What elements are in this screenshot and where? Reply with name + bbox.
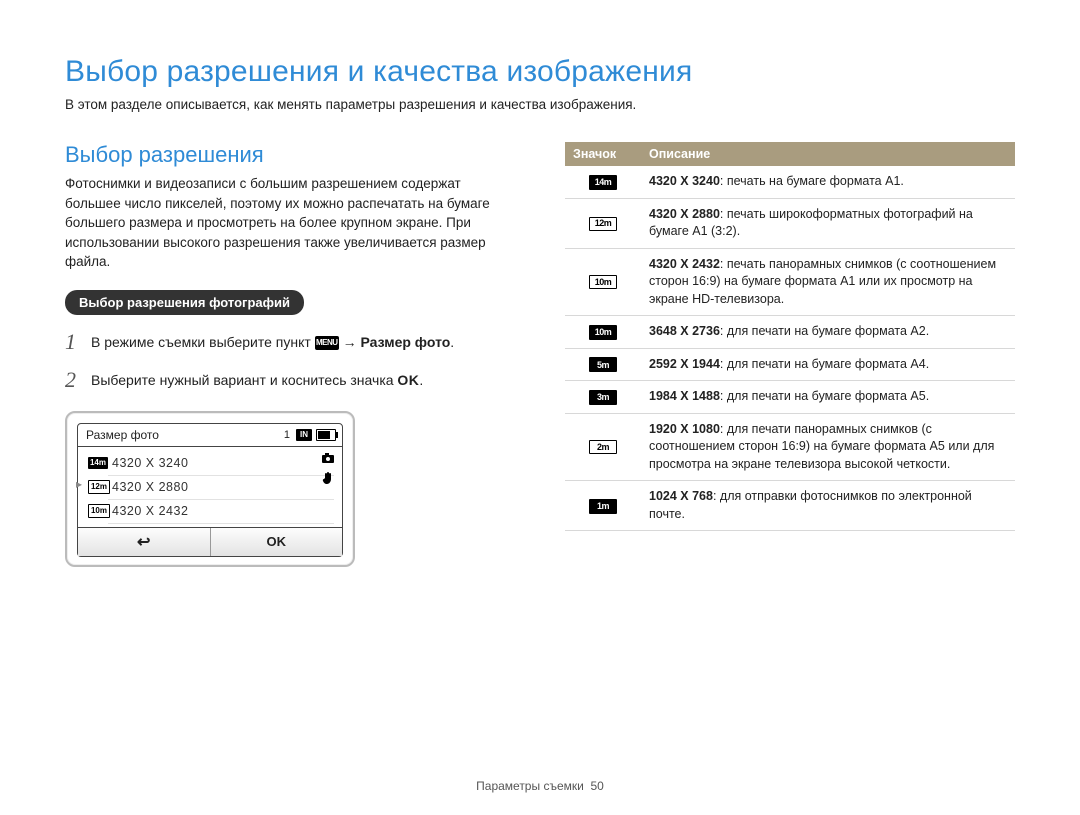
table-cell-desc: 4320 X 2432: печать панорамных снимков (… — [641, 248, 1015, 316]
back-button[interactable]: ↩ — [78, 528, 211, 556]
device-body: 14m 4320 X 3240 12m 4320 X 2880 10m 4320… — [78, 447, 342, 527]
resolution-icon: 12m — [589, 217, 617, 231]
device-title: Размер фото — [86, 428, 284, 442]
table-cell-desc: 1920 X 1080: для печати панорамных снимк… — [641, 413, 1015, 481]
step-prefix: Выберите нужный вариант и коснитесь знач… — [91, 372, 397, 388]
table-cell-icon: 14m — [565, 166, 641, 198]
table-row: 10m 4320 X 2432: печать панорамных снимко… — [565, 248, 1015, 316]
device-row[interactable]: 14m 4320 X 3240 — [78, 451, 342, 475]
page: Выбор разрешения и качества изображения … — [0, 0, 1080, 815]
resolution-table-body: 14m 4320 X 3240: печать на бумаге формата… — [565, 166, 1015, 531]
step-2: 2 Выберите нужный вариант и коснитесь зн… — [65, 367, 505, 393]
resolution-value: 3648 X 2736 — [649, 324, 720, 338]
table-header-icon: Значок — [565, 142, 641, 166]
step-text: В режиме съемки выберите пункт MENU → Ра… — [91, 334, 505, 350]
step-1: 1 В режиме съемки выберите пункт MENU → … — [65, 329, 505, 355]
resolution-icon: 10m — [589, 275, 617, 289]
device-inner: Размер фото 1 IN 14m 4320 X 3240 — [77, 423, 343, 557]
resolution-value: 2592 X 1944 — [649, 357, 720, 371]
resolution-tag-icon: 10m — [88, 504, 110, 518]
table-cell-icon: 12m — [565, 198, 641, 248]
page-footer: Параметры съемки 50 — [0, 779, 1080, 793]
step-dot: . — [419, 372, 423, 388]
camera-icon — [320, 451, 336, 465]
step-number: 2 — [65, 367, 91, 393]
table-cell-desc: 4320 X 3240: печать на бумаге формата A1… — [641, 166, 1015, 198]
ok-button[interactable]: OK — [211, 528, 343, 556]
step-prefix: В режиме съемки выберите пункт — [91, 334, 315, 350]
resolution-icon: 5m — [589, 357, 617, 372]
table-cell-icon: 1m — [565, 481, 641, 531]
table-cell-desc: 1984 X 1488: для печати на бумаге формат… — [641, 381, 1015, 414]
resolution-tag-icon: 14m — [88, 457, 108, 469]
resolution-value: 4320 X 2880 — [649, 207, 720, 221]
device-header-count: 1 — [284, 429, 290, 441]
left-column: Выбор разрешения Фотоснимки и видеозапис… — [65, 142, 505, 567]
step-arrow: → — [343, 334, 357, 350]
step-number: 1 — [65, 329, 91, 355]
resolution-icon: 2m — [589, 440, 617, 454]
resolution-value: 1024 X 768 — [649, 489, 713, 503]
columns: Выбор разрешения Фотоснимки и видеозапис… — [65, 142, 1015, 567]
storage-icon: IN — [296, 429, 312, 441]
table-cell-icon: 2m — [565, 413, 641, 481]
table-cell-desc: 1024 X 768: для отправки фотоснимков по … — [641, 481, 1015, 531]
device-header: Размер фото 1 IN — [78, 424, 342, 447]
resolution-icon: 14m — [589, 175, 617, 190]
resolution-value: 1984 X 1488 — [649, 389, 720, 403]
page-subtitle: В этом разделе описывается, как менять п… — [65, 97, 1015, 112]
table-cell-icon: 10m — [565, 248, 641, 316]
table-header-desc: Описание — [641, 142, 1015, 166]
resolution-value: 4320 X 3240 — [112, 456, 188, 470]
table-row: 12m 4320 X 2880: печать широкоформатных ф… — [565, 198, 1015, 248]
table-row: 1m 1024 X 768: для отправки фотоснимков п… — [565, 481, 1015, 531]
hand-icon — [320, 471, 336, 485]
table-cell-desc: 4320 X 2880: печать широкоформатных фото… — [641, 198, 1015, 248]
table-row: 14m 4320 X 3240: печать на бумаге формата… — [565, 166, 1015, 198]
menu-icon: MENU — [315, 336, 339, 350]
table-row: 2m 1920 X 1080: для печати панорамных сни… — [565, 413, 1015, 481]
table-cell-icon: 5m — [565, 348, 641, 381]
footer-page-number: 50 — [591, 779, 604, 793]
resolution-value: 4320 X 2432 — [112, 504, 188, 518]
resolution-tag-icon: 12m — [88, 480, 110, 494]
table-row: 10m 3648 X 2736: для печати на бумаге фор… — [565, 316, 1015, 349]
resolution-value: 1920 X 1080 — [649, 422, 720, 436]
battery-icon — [316, 429, 336, 441]
device-side-icons — [320, 451, 336, 485]
resolution-icon: 1m — [589, 499, 617, 514]
step-dot: . — [450, 334, 454, 350]
device-mock: Размер фото 1 IN 14m 4320 X 3240 — [65, 411, 355, 567]
page-title: Выбор разрешения и качества изображения — [65, 55, 1015, 89]
resolution-desc: : для печати на бумаге формата A2. — [720, 324, 929, 338]
device-footer: ↩ OK — [78, 527, 342, 556]
resolution-table: Значок Описание 14m 4320 X 3240: печать н… — [565, 142, 1015, 531]
resolution-value: 4320 X 2432 — [649, 257, 720, 271]
resolution-desc: : для печати на бумаге формата A5. — [720, 389, 929, 403]
subsection-pill: Выбор разрешения фотографий — [65, 290, 304, 315]
device-row[interactable]: 12m 4320 X 2880 — [78, 475, 342, 499]
table-row: 3m 1984 X 1488: для печати на бумаге форм… — [565, 381, 1015, 414]
footer-section: Параметры съемки — [476, 779, 584, 793]
resolution-desc: : печать на бумаге формата A1. — [720, 174, 904, 188]
step-text: Выберите нужный вариант и коснитесь знач… — [91, 372, 505, 388]
table-cell-desc: 3648 X 2736: для печати на бумаге формат… — [641, 316, 1015, 349]
resolution-desc: : для печати на бумаге формата A4. — [720, 357, 929, 371]
right-column: Значок Описание 14m 4320 X 3240: печать н… — [565, 142, 1015, 567]
step-bold: Размер фото — [361, 334, 451, 350]
device-header-icons: 1 IN — [284, 429, 336, 441]
resolution-icon: 3m — [589, 390, 617, 405]
table-cell-icon: 10m — [565, 316, 641, 349]
table-cell-icon: 3m — [565, 381, 641, 414]
resolution-value: 4320 X 3240 — [649, 174, 720, 188]
section-body: Фотоснимки и видеозаписи с большим разре… — [65, 174, 505, 272]
table-cell-desc: 2592 X 1944: для печати на бумаге формат… — [641, 348, 1015, 381]
device-row[interactable]: 10m 4320 X 2432 — [78, 499, 342, 523]
resolution-value: 4320 X 2880 — [112, 480, 188, 494]
table-row: 5m 2592 X 1944: для печати на бумаге форм… — [565, 348, 1015, 381]
section-title: Выбор разрешения — [65, 142, 505, 168]
steps-list: 1 В режиме съемки выберите пункт MENU → … — [65, 329, 505, 393]
resolution-icon: 10m — [589, 325, 617, 340]
ok-icon: OK — [397, 372, 419, 388]
